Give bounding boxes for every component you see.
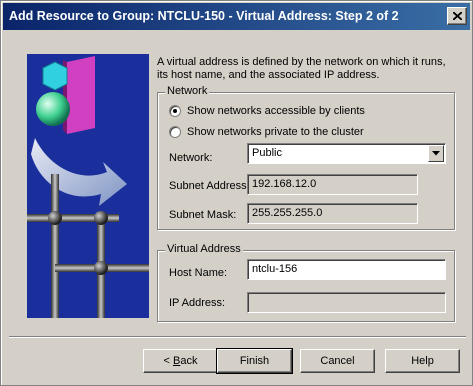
network-select[interactable]: Public xyxy=(247,143,446,164)
ip-address-input[interactable] xyxy=(247,292,446,313)
window-title: Add Resource to Group: NTCLU-150 - Virtu… xyxy=(9,9,399,23)
subnet-mask-label: Subnet Mask: xyxy=(169,209,237,221)
host-name-value: ntclu-156 xyxy=(252,263,298,275)
button-separator xyxy=(9,336,466,338)
network-select-value: Public xyxy=(252,147,282,159)
close-icon xyxy=(453,12,462,20)
host-name-label: Host Name: xyxy=(169,267,228,279)
radio-button-unselected[interactable] xyxy=(169,126,181,138)
subnet-address-field: 192.168.12.0 xyxy=(247,174,418,195)
network-group-legend: Network xyxy=(165,85,210,97)
network-dropdown-button[interactable] xyxy=(428,145,444,162)
ip-address-label: IP Address: xyxy=(169,297,226,309)
subnet-mask-field: 255.255.255.0 xyxy=(247,203,418,224)
dropdown-arrow-icon xyxy=(432,151,440,156)
radio-show-client-networks-label: Show networks accessible by clients xyxy=(187,105,365,117)
network-group: Network Show networks accessible by clie… xyxy=(157,85,455,230)
help-button[interactable]: Help xyxy=(385,349,460,373)
finish-button[interactable]: Finish xyxy=(216,348,293,374)
radio-show-private-networks[interactable]: Show networks private to the cluster xyxy=(169,126,364,138)
radio-button-selected[interactable] xyxy=(169,105,181,117)
subnet-mask-value: 255.255.255.0 xyxy=(252,207,323,219)
back-button-prefix: < xyxy=(163,355,173,367)
virtual-address-group: Virtual Address Host Name: ntclu-156 IP … xyxy=(157,243,455,322)
radio-show-private-networks-label: Show networks private to the cluster xyxy=(187,126,364,138)
network-label: Network: xyxy=(169,152,213,164)
title-bar[interactable]: Add Resource to Group: NTCLU-150 - Virtu… xyxy=(3,3,470,30)
wizard-network-illustration xyxy=(27,54,149,318)
back-button[interactable]: < Back xyxy=(143,349,218,373)
host-name-input[interactable]: ntclu-156 xyxy=(247,259,446,280)
wizard-description: A virtual address is defined by the netw… xyxy=(157,56,446,81)
close-button[interactable] xyxy=(447,7,467,25)
cancel-button[interactable]: Cancel xyxy=(300,349,375,373)
wizard-dialog: Add Resource to Group: NTCLU-150 - Virtu… xyxy=(0,0,473,386)
subnet-address-value: 192.168.12.0 xyxy=(252,178,317,190)
virtual-address-group-legend: Virtual Address xyxy=(165,243,243,255)
back-button-rest: ack xyxy=(180,355,198,367)
radio-show-client-networks[interactable]: Show networks accessible by clients xyxy=(169,105,365,117)
subnet-address-label: Subnet Address: xyxy=(169,180,250,192)
